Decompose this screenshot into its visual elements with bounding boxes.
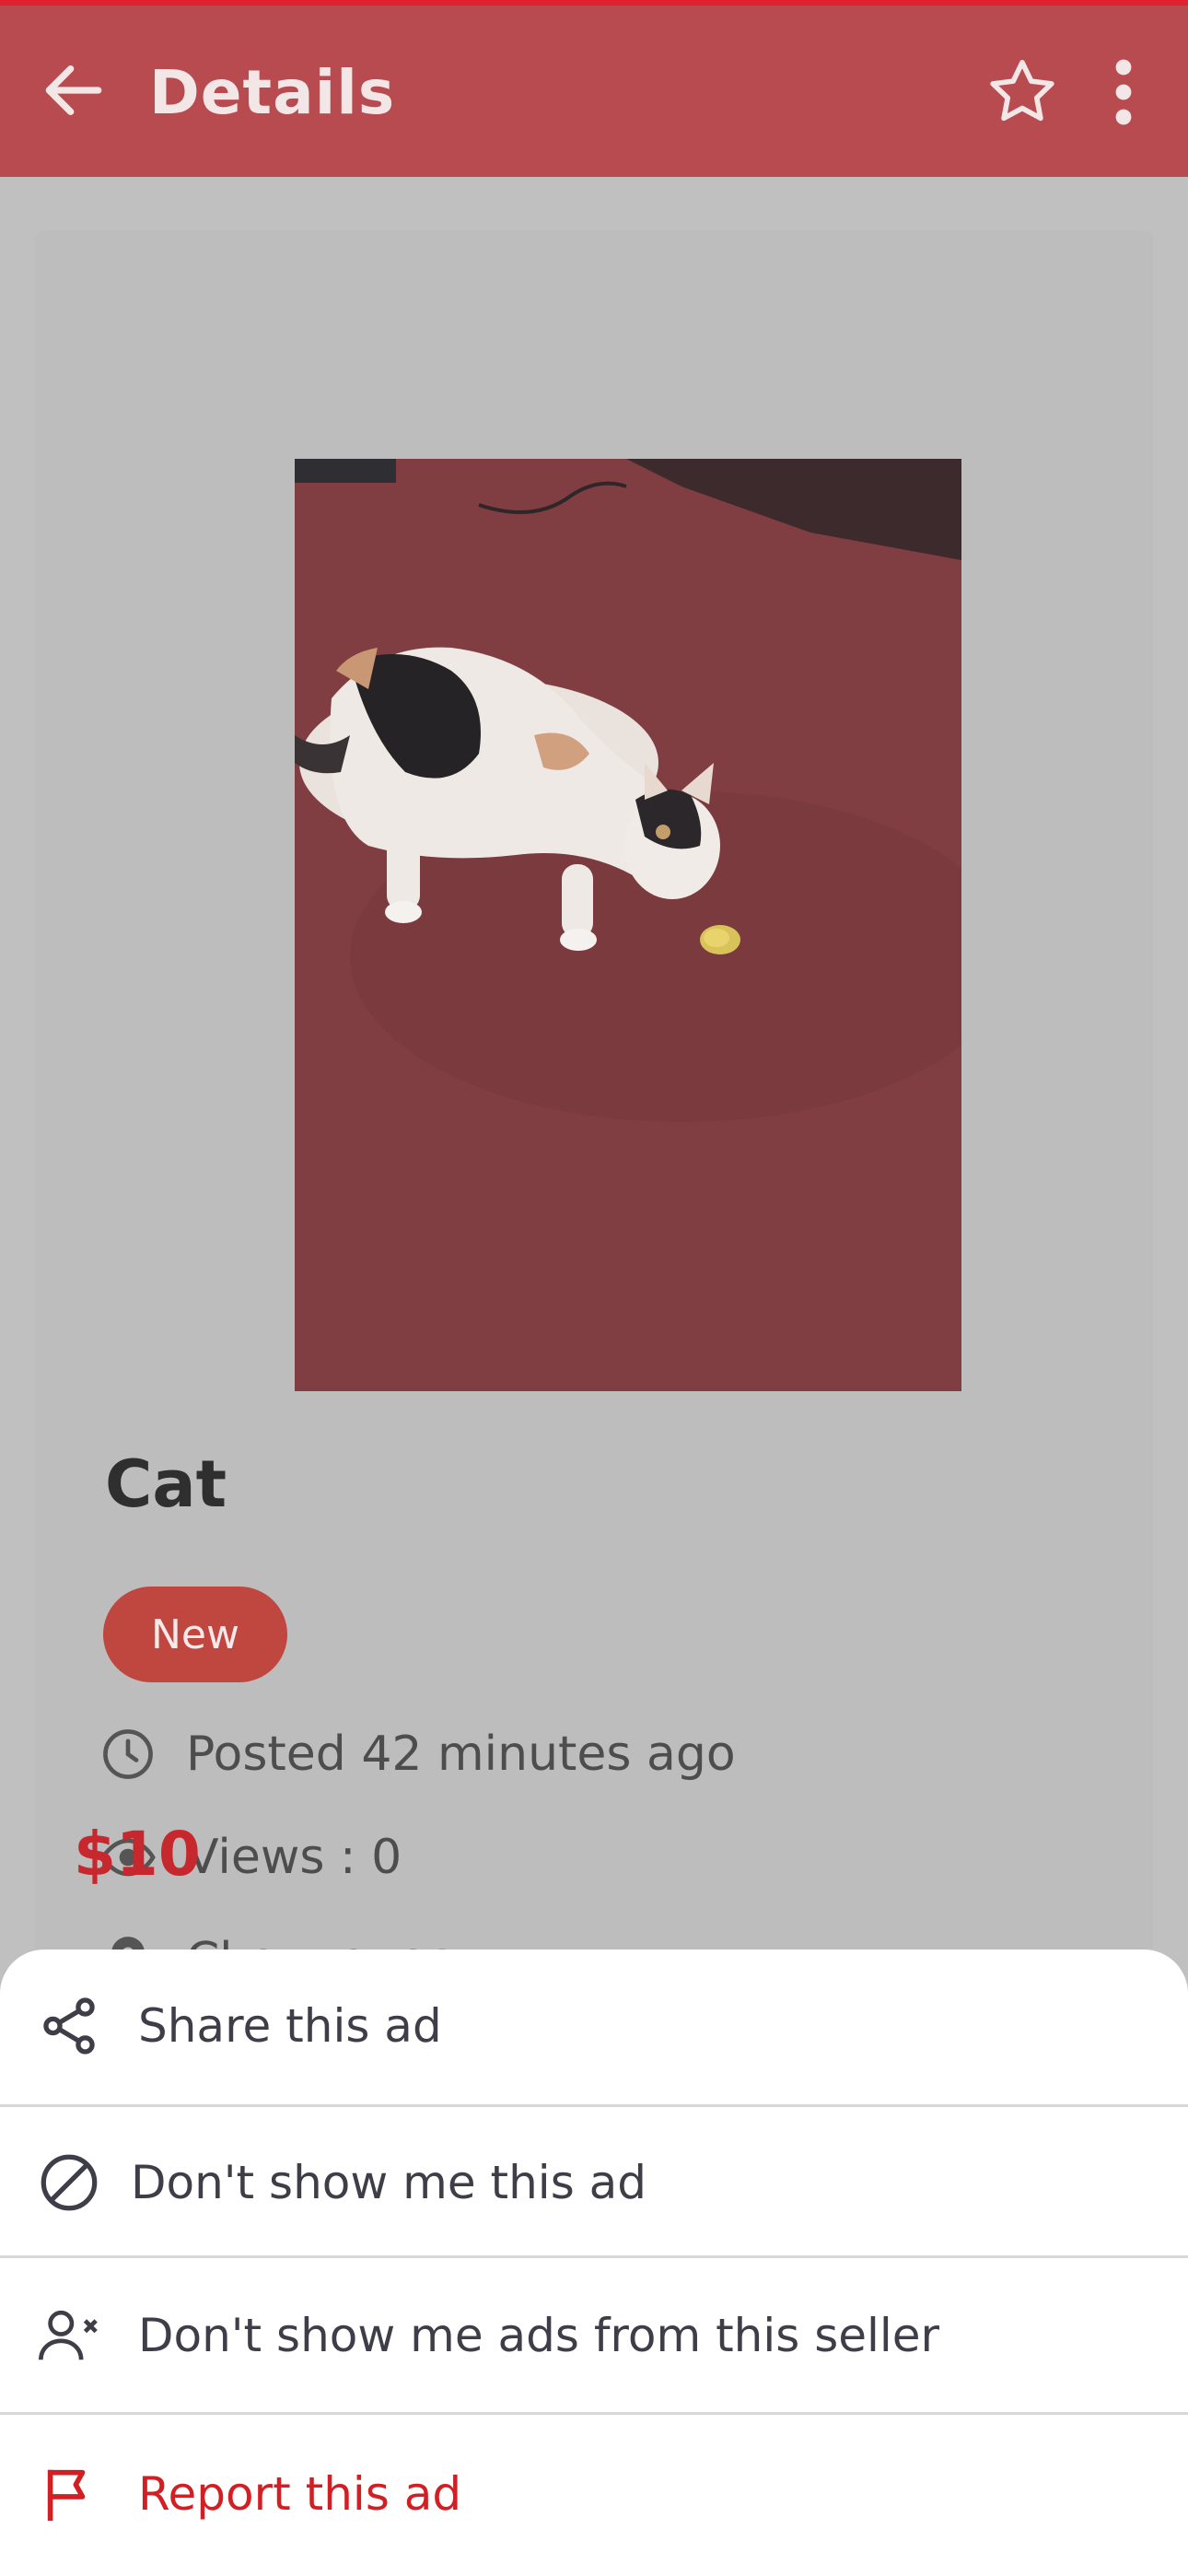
share-ad-option[interactable]: Share this ad (0, 1950, 1188, 2102)
arrow-left-icon[interactable] (37, 53, 111, 127)
block-icon (41, 2154, 98, 2211)
star-icon[interactable] (984, 53, 1061, 131)
page-title: Details (149, 57, 396, 128)
report-ad-label: Report this ad (138, 2467, 462, 2521)
view-count: Views : 0 (186, 1830, 402, 1885)
flag-icon (47, 2469, 86, 2522)
ad-title: Cat (105, 1446, 227, 1522)
clock-icon (103, 1729, 153, 1779)
hide-seller-option[interactable]: Don't show me ads from this seller (0, 2259, 1188, 2412)
price: $10 (74, 1819, 201, 1890)
divider (0, 2255, 1188, 2258)
posted-row: Posted 42 minutes ago (99, 1717, 736, 1791)
share-icon (43, 1997, 95, 2055)
report-ad-option[interactable]: Report this ad (0, 2418, 1188, 2570)
divider (0, 2412, 1188, 2415)
user-remove-icon (39, 2310, 98, 2360)
hide-seller-label: Don't show me ads from this seller (138, 2309, 940, 2362)
cat-photo[interactable] (295, 459, 961, 1391)
hide-ad-option[interactable]: Don't show me this ad (0, 2106, 1188, 2259)
posted-time: Posted 42 minutes ago (186, 1727, 736, 1782)
options-bottom-sheet: Share this ad Don't show me this ad Don'… (0, 1950, 1188, 2576)
hide-ad-label: Don't show me this ad (131, 2156, 647, 2209)
ad-details-screen: Details Cat New Posted 42 minutes ago Vi… (0, 0, 1188, 2576)
app-bar: Details (0, 6, 1188, 177)
condition-badge: New (103, 1587, 287, 1682)
more-vertical-icon[interactable] (1096, 53, 1151, 131)
ad-card: Cat New Posted 42 minutes ago Views : 0 … (35, 230, 1153, 1988)
share-ad-label: Share this ad (138, 1999, 442, 2053)
